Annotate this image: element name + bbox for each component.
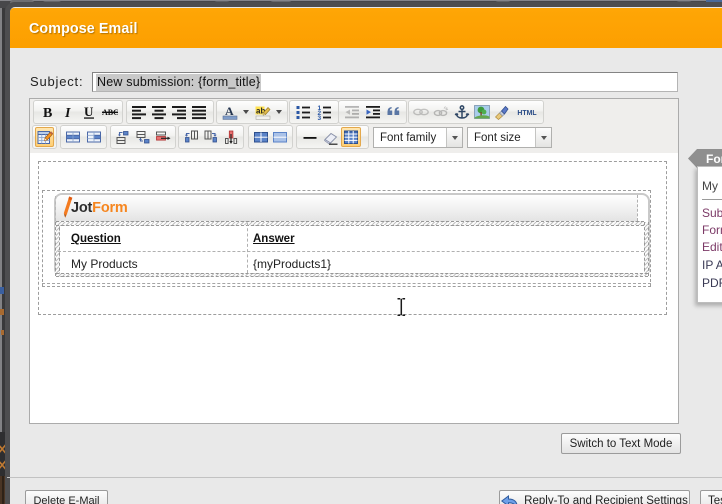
svg-text:3: 3: [317, 115, 321, 120]
svg-text:HTML: HTML: [517, 110, 536, 117]
svg-text:B: B: [43, 106, 52, 120]
svg-text:I: I: [64, 106, 71, 120]
svg-text:U: U: [84, 104, 94, 119]
